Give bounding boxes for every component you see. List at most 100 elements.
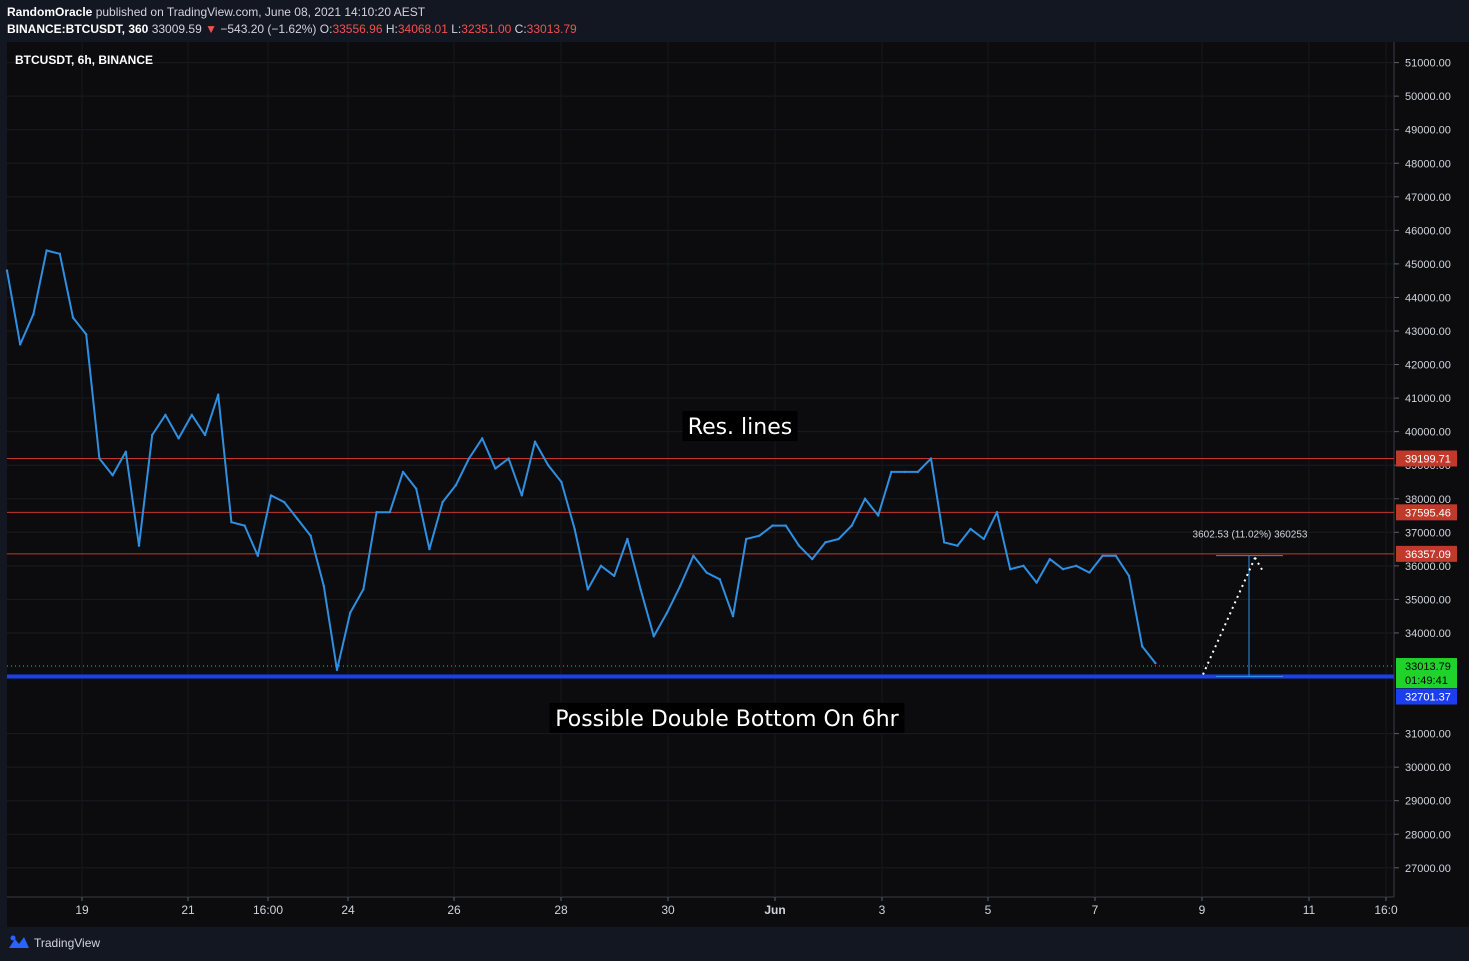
- price-point: [507, 457, 510, 460]
- price-point: [71, 316, 75, 319]
- y-tick-label: 36000.00: [1405, 561, 1451, 573]
- price-point: [177, 437, 180, 440]
- y-tick-label: 46000.00: [1405, 225, 1451, 237]
- price-point: [982, 537, 985, 541]
- price-point: [837, 537, 840, 541]
- price-point: [929, 457, 933, 460]
- price-point: [1075, 564, 1078, 568]
- chart-header: RandomOracle published on TradingView.co…: [0, 0, 1469, 42]
- y-tick-label: 51000.00: [1405, 58, 1451, 70]
- price-point: [705, 571, 708, 574]
- price-point: [322, 584, 325, 588]
- annotation-text: Possible Double Bottom On 6hr: [555, 707, 899, 732]
- close-value: 33013.79: [526, 22, 577, 36]
- open-label: O:: [319, 22, 333, 36]
- open-value: 33556.96: [332, 22, 383, 36]
- price-point: [718, 578, 721, 581]
- price-point: [349, 611, 352, 615]
- price-point: [164, 413, 167, 417]
- tradingview-brand[interactable]: TradingView: [34, 936, 100, 950]
- price-point: [269, 494, 273, 497]
- y-tick-label: 47000.00: [1405, 192, 1451, 204]
- close-label: C:: [514, 22, 527, 36]
- price-point: [943, 541, 946, 544]
- low-label: L:: [451, 22, 462, 36]
- price-point: [441, 500, 444, 504]
- price-point: [256, 554, 259, 557]
- price-point: [679, 584, 682, 588]
- tradingview-logo-icon[interactable]: [7, 934, 31, 950]
- price-point: [547, 464, 550, 467]
- price-point: [85, 333, 88, 336]
- y-tick-label: 38000.00: [1405, 494, 1451, 506]
- price-point: [797, 544, 801, 547]
- price-point: [665, 611, 669, 615]
- y-tick-label: 40000.00: [1405, 427, 1451, 439]
- price-point: [19, 343, 22, 346]
- y-tick-label: 27000.00: [1405, 863, 1451, 875]
- price-point: [824, 541, 827, 544]
- publish-line: RandomOracle published on TradingView.co…: [7, 5, 425, 19]
- price-axis-background: [1394, 42, 1469, 927]
- price-point: [533, 440, 537, 443]
- y-tick-label: 35000.00: [1405, 594, 1451, 606]
- x-tick-label: 24: [341, 903, 355, 917]
- price-point: [969, 527, 972, 531]
- x-tick-label: Jun: [764, 903, 785, 917]
- high-label: H:: [385, 22, 398, 36]
- price-point: [32, 313, 35, 316]
- price-point: [850, 524, 853, 527]
- price-point: [283, 500, 286, 504]
- price-point: [1141, 645, 1144, 648]
- ohlc-line: BINANCE:BTCUSDT, 360 33009.59 ▼ −543.20 …: [7, 22, 577, 36]
- y-tick-label: 28000.00: [1405, 829, 1451, 841]
- price-point: [573, 527, 576, 531]
- price-point: [190, 413, 193, 417]
- price-point: [98, 457, 101, 460]
- price-point: [151, 433, 154, 437]
- y-tick-label: 50000.00: [1405, 91, 1451, 103]
- price-point: [863, 497, 867, 500]
- price-point: [494, 467, 497, 470]
- price-point: [217, 393, 220, 396]
- price-point: [1154, 661, 1157, 665]
- price-point: [613, 574, 616, 578]
- price-point: [243, 524, 246, 527]
- price-point: [1101, 554, 1104, 557]
- price-tag-label: 36357.09: [1405, 549, 1451, 561]
- price-tag-label: 39199.71: [1405, 453, 1451, 465]
- x-tick-label: 5: [985, 903, 992, 917]
- high-value: 34068.01: [397, 22, 448, 36]
- y-tick-label: 42000.00: [1405, 360, 1451, 372]
- price-tag-label: 37595.46: [1405, 507, 1451, 519]
- y-tick-label: 29000.00: [1405, 796, 1451, 808]
- price-point: [362, 588, 365, 591]
- x-tick-label: 16:0: [1374, 903, 1398, 917]
- x-tick-label: 26: [447, 903, 461, 917]
- x-tick-label: 19: [75, 903, 89, 917]
- price-point: [45, 249, 48, 252]
- price-point: [745, 537, 748, 541]
- x-tick-label: 16:00: [253, 903, 283, 917]
- price-point: [877, 514, 880, 517]
- plot-background: [7, 42, 1394, 927]
- price-point: [1127, 574, 1131, 578]
- y-tick-label: 48000.00: [1405, 158, 1451, 170]
- price-point: [375, 510, 378, 514]
- author-name[interactable]: RandomOracle: [7, 5, 92, 19]
- price-point: [731, 614, 735, 618]
- price-point: [758, 534, 761, 537]
- x-tick-label: 21: [181, 903, 195, 917]
- price-point: [599, 564, 603, 568]
- symbol-label: BINANCE:BTCUSDT, 360: [7, 22, 149, 36]
- chart-title: BTCUSDT, 6h, BINANCE: [15, 53, 153, 67]
- price-point: [335, 668, 339, 672]
- price-point: [454, 484, 457, 487]
- footer-bar: TradingView: [0, 927, 1469, 961]
- price-point: [309, 534, 312, 537]
- price-point: [811, 557, 814, 561]
- price-point: [1035, 581, 1038, 584]
- price-point: [1048, 557, 1052, 561]
- price-point: [956, 544, 959, 547]
- price-chart[interactable]: 51000.00 50000.00 49000.00 48000.00 47000.00…: [0, 42, 1469, 927]
